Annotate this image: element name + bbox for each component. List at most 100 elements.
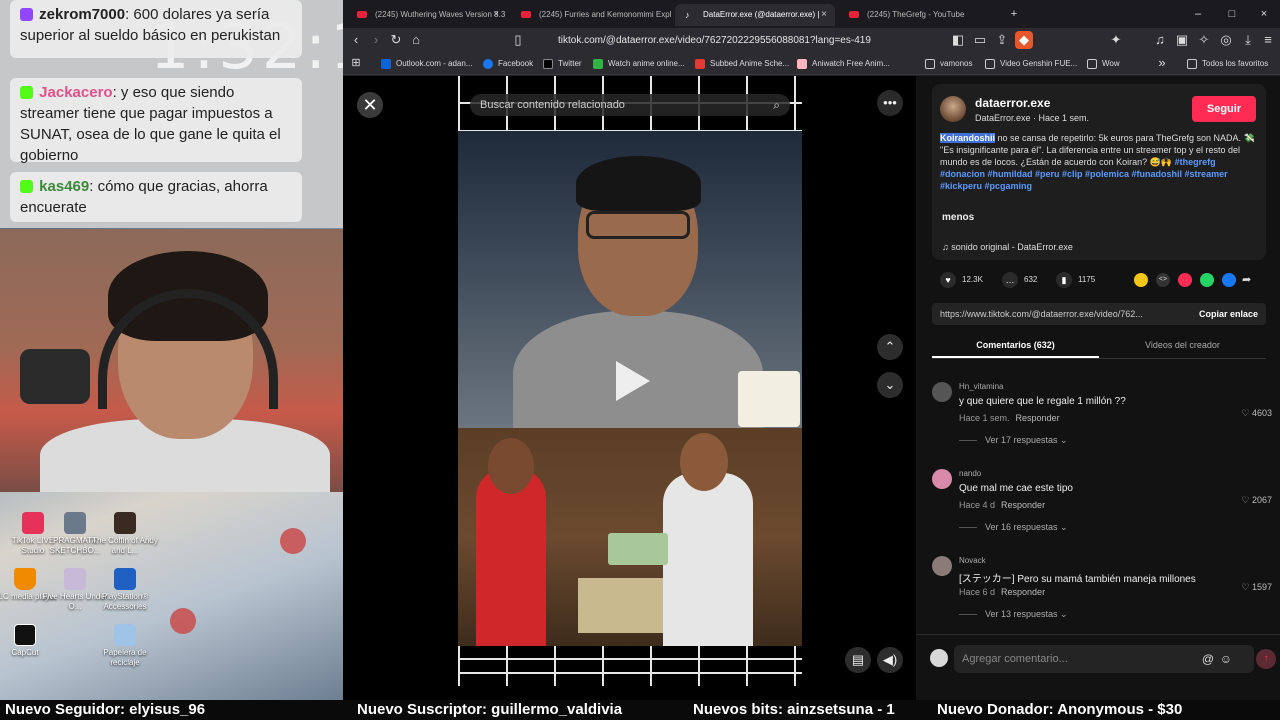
media-icon[interactable]: ♫ [1151, 31, 1169, 49]
commenter-avatar[interactable] [932, 469, 952, 489]
more-bookmarks-icon[interactable]: » [1153, 54, 1171, 72]
desktop-icon-playstation[interactable]: PlayStation® Accessories [92, 568, 158, 612]
video-frame[interactable]: Buscar contenido relacionado ⌕ [458, 76, 802, 686]
bookmark-folder-vamonos[interactable]: vamonos [925, 56, 972, 72]
view-replies-button[interactable]: Ver 13 respuestas ⌄ [959, 609, 1068, 620]
comment-input[interactable]: Agregar comentario... @ ☺ ↑ [954, 645, 1276, 673]
x-icon [543, 59, 553, 69]
commenter-avatar[interactable] [932, 556, 952, 576]
coin-icon[interactable] [1134, 273, 1148, 287]
extensions-icon[interactable]: ✦ [1107, 31, 1125, 49]
tab-dataerror[interactable]: ♪ DataError.exe (@dataerror.exe) | × [675, 4, 835, 26]
music-note-icon: ♫ [942, 242, 952, 252]
close-icon[interactable]: × [493, 4, 499, 26]
comment-like-button[interactable]: ♡ 2067 [1241, 495, 1272, 506]
facebook-share-icon[interactable] [1222, 273, 1236, 287]
cast-icon[interactable]: ▭ [971, 31, 989, 49]
bookmark-folder-wow[interactable]: Wow [1087, 56, 1120, 72]
desktop-icon-recycle-bin[interactable]: Papelera de reciclaje [92, 624, 158, 668]
tab-creator-videos[interactable]: Videos del creador [1099, 333, 1266, 358]
sound-link[interactable]: ♫ sonido original - DataError.exe [942, 242, 1073, 252]
wallet-icon[interactable]: ▣ [1173, 31, 1191, 49]
menu-icon[interactable]: ≡ [1259, 31, 1277, 49]
bookmark-aniwatch[interactable]: Aniwatch Free Anim... [797, 56, 890, 72]
creator-avatar[interactable] [940, 96, 966, 122]
more-options-icon[interactable]: ••• [877, 90, 903, 116]
desktop-icon-coffin[interactable]: The Coffin of Andy and L... [92, 512, 158, 556]
comment-button[interactable]: … 632 [1002, 268, 1037, 292]
embed-icon[interactable]: <> [1156, 273, 1170, 287]
creator-byline: DataError.exe · Hace 1 sem. [975, 113, 1090, 123]
related-search-input[interactable]: Buscar contenido relacionado ⌕ [470, 94, 790, 116]
window-close-button[interactable]: × [1249, 4, 1279, 24]
apps-grid-icon[interactable]: ⊞ [347, 54, 365, 72]
folder-icon [985, 59, 995, 69]
download-icon[interactable]: ⤓ [1239, 31, 1257, 49]
show-less-button[interactable]: menos [942, 212, 974, 223]
new-tab-button[interactable]: + [999, 4, 1029, 24]
picture-in-picture-icon[interactable]: ▤ [845, 647, 871, 673]
previous-video-button[interactable]: ⌃ [877, 334, 903, 360]
leo-icon[interactable]: ✧ [1195, 31, 1213, 49]
comment-like-button[interactable]: ♡ 4603 [1241, 408, 1272, 419]
bookmark-all-favorites[interactable]: Todos los favoritos [1187, 56, 1268, 72]
maximize-button[interactable]: □ [1217, 4, 1247, 24]
vpn-icon[interactable]: ◎ [1217, 31, 1235, 49]
commenter-name[interactable]: Hn_vitamina [959, 382, 1003, 391]
reply-button[interactable]: Responder [1016, 413, 1060, 423]
minimize-button[interactable]: – [1183, 4, 1213, 24]
comment-like-button[interactable]: ♡ 1597 [1241, 582, 1272, 593]
grid-decoration [458, 646, 802, 686]
share-link-text[interactable]: https://www.tiktok.com/@dataerror.exe/vi… [940, 303, 1180, 325]
view-replies-button[interactable]: Ver 16 respuestas ⌄ [959, 522, 1068, 533]
tab-thegrefg[interactable]: (2245) TheGrefg - YouTube [839, 4, 999, 26]
bookmark-watch-anime[interactable]: Watch anime online... [593, 56, 685, 72]
tab-furries[interactable]: (2245) Furries and Kemonomimi Expl [511, 4, 671, 26]
save-count: 1175 [1078, 275, 1096, 284]
back-button[interactable]: ‹ [347, 31, 365, 49]
send-comment-button[interactable]: ↑ [1256, 649, 1276, 669]
mention-icon[interactable]: @ [1202, 645, 1214, 673]
creator-handle[interactable]: dataerror.exe [975, 96, 1050, 110]
mention-link[interactable]: Koirandoshii [940, 133, 996, 143]
forward-button[interactable]: › [367, 31, 385, 49]
game-icon [64, 512, 86, 534]
extension-icon[interactable]: ◧ [949, 31, 967, 49]
copy-link-button[interactable]: Copiar enlace [1199, 303, 1258, 325]
next-video-button[interactable]: ⌄ [877, 372, 903, 398]
url-field[interactable]: tiktok.com/@dataerror.exe/video/76272022… [526, 31, 1046, 50]
save-button[interactable]: ▮ 1175 [1056, 268, 1095, 292]
whatsapp-icon[interactable] [1200, 273, 1214, 287]
follow-button[interactable]: Seguir [1192, 96, 1256, 122]
bookmark-folder-genshin[interactable]: Video Genshin FUE... [985, 56, 1077, 72]
commenter-name[interactable]: Novack [959, 556, 986, 565]
send-icon[interactable] [1178, 273, 1192, 287]
volume-icon[interactable]: ◀) [877, 647, 903, 673]
address-bar: ‹ › ↻ ⌂ ▯ tiktok.com/@dataerror.exe/vide… [343, 28, 1280, 53]
bookmark-twitter[interactable]: Twitter [543, 56, 582, 72]
comment-item: Novack [ステッカー] Pero su mamá también mane… [932, 554, 1272, 634]
tab-comments[interactable]: Comentarios (632) [932, 333, 1099, 358]
tab-wuthering-waves[interactable]: (2245) Wuthering Waves Version 3.3 × [347, 4, 507, 26]
view-replies-button[interactable]: Ver 17 respuestas ⌄ [959, 435, 1068, 446]
emoji-icon[interactable]: ☺ [1220, 645, 1232, 673]
bookmark-subbed-anime[interactable]: Subbed Anime Sche... [695, 56, 789, 72]
share-arrow-icon[interactable]: ➦ [1242, 273, 1256, 287]
desktop-icon-capcut[interactable]: CapCut [0, 624, 58, 658]
reload-button[interactable]: ↻ [387, 31, 405, 49]
like-button[interactable]: ♥ 12.3K [940, 268, 983, 292]
commenter-avatar[interactable] [932, 382, 952, 402]
close-video-button[interactable]: ✕ [357, 92, 383, 118]
close-icon[interactable]: × [821, 4, 827, 26]
reply-button[interactable]: Responder [1001, 587, 1045, 597]
bookmark-facebook[interactable]: Facebook [483, 56, 533, 72]
play-icon[interactable] [616, 361, 650, 401]
brave-shield-icon[interactable]: ◆ [1015, 31, 1033, 49]
home-button[interactable]: ⌂ [407, 31, 425, 49]
commenter-name[interactable]: nando [959, 469, 981, 478]
share-icon[interactable]: ⇪ [993, 31, 1011, 49]
bookmark-outlook[interactable]: Outlook.com - adan... [381, 56, 472, 72]
bookmark-icon[interactable]: ▯ [509, 31, 527, 49]
reply-button[interactable]: Responder [1001, 500, 1045, 510]
search-icon[interactable]: ⌕ [773, 94, 780, 116]
